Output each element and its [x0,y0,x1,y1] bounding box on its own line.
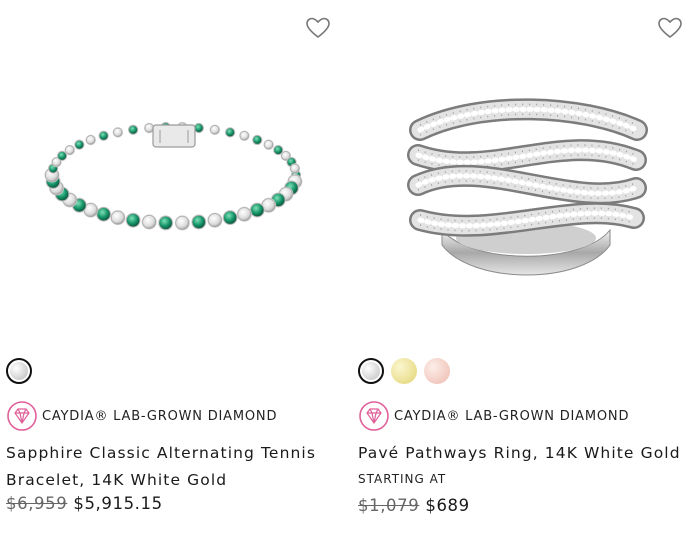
price-block: $6,959 $5,915.15 [6,494,163,513]
sale-price: $689 [425,496,470,515]
price-block: $1,079 $689 [358,496,470,515]
brand-badge: CAYDIA® LAB-GROWN DIAMOND [358,400,629,432]
brand-label: CAYDIA® LAB-GROWN DIAMOND [42,408,278,424]
brand-badge: CAYDIA® LAB-GROWN DIAMOND [6,400,277,432]
product-card-bracelet[interactable]: CAYDIA® LAB-GROWN DIAMOND Sapphire Class… [0,0,348,533]
diamond-badge-icon [7,401,37,431]
metal-swatches [6,358,32,384]
product-image-ring[interactable] [352,60,700,320]
product-image-bracelet[interactable] [0,60,348,320]
starting-at-label: STARTING AT [358,472,447,486]
swatch-white-gold[interactable] [6,358,32,384]
brand-label: CAYDIA® LAB-GROWN DIAMOND [394,408,630,424]
diamond-badge-icon [359,401,389,431]
sale-price: $5,915.15 [73,494,163,513]
original-price: $6,959 [6,494,68,513]
wishlist-heart-icon[interactable] [657,16,683,40]
product-card-ring[interactable]: CAYDIA® LAB-GROWN DIAMOND Pavé Pathways … [352,0,700,533]
product-title[interactable]: Sapphire Classic Alternating Tennis Brac… [6,440,351,494]
original-price: $1,079 [358,496,420,515]
product-title[interactable]: Pavé Pathways Ring, 14K White Gold [358,440,700,467]
swatch-rose-gold[interactable] [424,358,450,384]
swatch-yellow-gold[interactable] [391,358,417,384]
wishlist-heart-icon[interactable] [305,16,331,40]
swatch-white-gold[interactable] [358,358,384,384]
metal-swatches [358,358,450,384]
